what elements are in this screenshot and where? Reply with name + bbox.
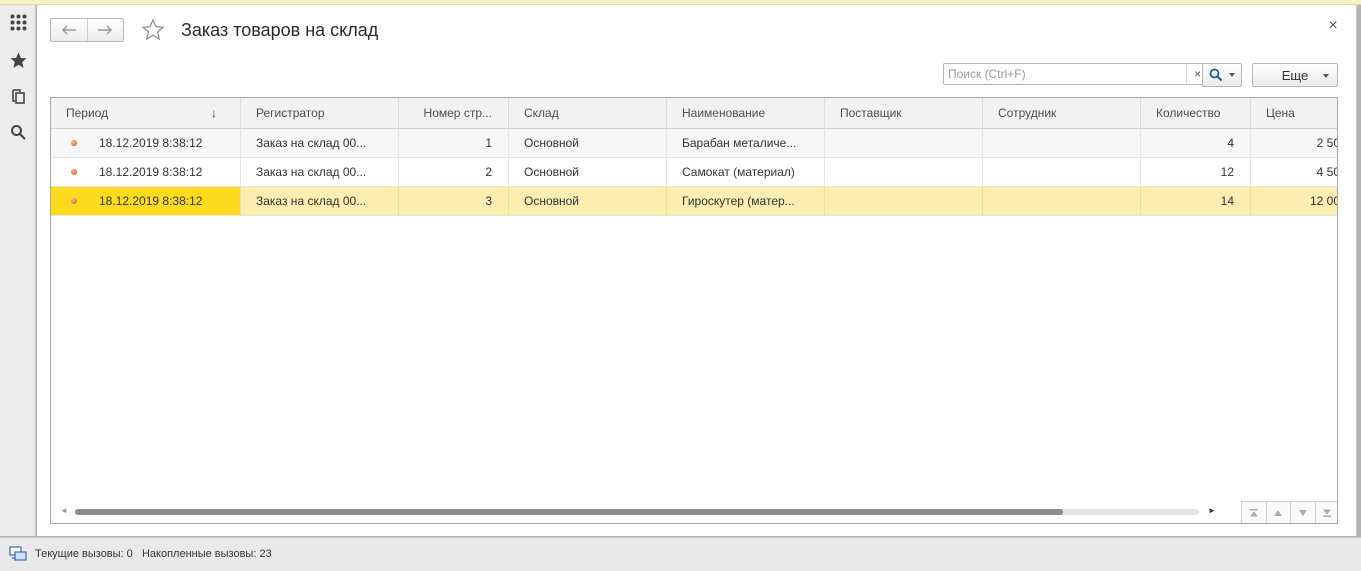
cell-employee <box>983 129 1141 157</box>
cell-line-number: 2 <box>399 158 509 186</box>
cell-period: 18.12.2019 8:38:12 <box>51 187 241 215</box>
cell-employee <box>983 187 1141 215</box>
cell-quantity: 12 <box>1141 158 1251 186</box>
cell-period: 18.12.2019 8:38:12 <box>51 158 241 186</box>
column-header-quantity[interactable]: Количество <box>1141 98 1251 129</box>
cell-supplier <box>825 158 983 186</box>
cell-warehouse: Основной <box>509 187 667 215</box>
cell-warehouse: Основной <box>509 129 667 157</box>
scroll-left-arrow-icon[interactable]: ◄ <box>60 506 68 515</box>
more-button-label: Еще <box>1281 67 1309 83</box>
cell-warehouse: Основной <box>509 158 667 186</box>
form-window: Заказ товаров на склад × × Еще Период ↓ … <box>37 5 1357 536</box>
column-header-supplier[interactable]: Поставщик <box>825 98 983 129</box>
arrow-right-icon <box>98 25 113 35</box>
status-bar: Текущие вызовы: 0 Накопленные вызовы: 23 <box>0 537 1361 571</box>
sort-descending-icon: ↓ <box>211 106 217 120</box>
cell-quantity: 14 <box>1141 187 1251 215</box>
back-button[interactable] <box>51 19 87 41</box>
cell-name: Гироскутер (матер... <box>667 187 825 215</box>
scroll-right-arrow-icon[interactable]: ► <box>1208 506 1216 515</box>
cell-period: 18.12.2019 8:38:12 <box>51 129 241 157</box>
go-down-button[interactable] <box>1290 501 1315 523</box>
record-status-icon <box>71 140 77 146</box>
column-header-period[interactable]: Период ↓ <box>51 98 241 129</box>
cell-supplier <box>825 187 983 215</box>
column-header-name[interactable]: Наименование <box>667 98 825 129</box>
search-field: × <box>943 63 1209 85</box>
cell-name: Барабан металиче... <box>667 129 825 157</box>
close-button[interactable]: × <box>1325 18 1341 34</box>
forward-button[interactable] <box>86 19 124 41</box>
column-header-employee[interactable]: Сотрудник <box>983 98 1141 129</box>
search-input[interactable] <box>944 64 1186 84</box>
cell-registrar: Заказ на склад 00... <box>241 158 399 186</box>
column-header-line-number[interactable]: Номер стр... <box>399 98 509 129</box>
cell-line-number: 1 <box>399 129 509 157</box>
table-header: Период ↓ Регистратор Номер стр... Склад … <box>51 98 1337 129</box>
history-icon[interactable] <box>9 87 28 106</box>
last-icon <box>1323 509 1332 517</box>
cell-price: 12 00 <box>1251 187 1337 215</box>
search-icon[interactable] <box>9 123 28 142</box>
cell-registrar: Заказ на склад 00... <box>241 129 399 157</box>
record-status-icon <box>71 169 77 175</box>
list-navigation <box>1241 501 1337 523</box>
chevron-down-icon <box>1229 73 1235 77</box>
magnifier-icon <box>1209 68 1223 82</box>
column-header-warehouse[interactable]: Склад <box>509 98 667 129</box>
server-calls-icon[interactable] <box>9 546 27 562</box>
cell-price: 2 50 <box>1251 129 1337 157</box>
chevron-down-icon <box>1323 74 1329 78</box>
table-row-selected[interactable]: 18.12.2019 8:38:12 Заказ на склад 00... … <box>51 187 1337 216</box>
up-icon <box>1274 509 1283 516</box>
favorites-star-icon[interactable] <box>9 51 28 70</box>
cell-employee <box>983 158 1141 186</box>
first-icon <box>1249 508 1258 516</box>
search-options-button[interactable] <box>1202 63 1242 87</box>
apps-grid-icon[interactable] <box>9 13 28 32</box>
cell-supplier <box>825 129 983 157</box>
down-icon <box>1298 509 1307 516</box>
cell-name: Самокат (материал) <box>667 158 825 186</box>
column-header-registrar[interactable]: Регистратор <box>241 98 399 129</box>
more-button[interactable]: Еще <box>1252 63 1338 87</box>
table-row[interactable]: 18.12.2019 8:38:12 Заказ на склад 00... … <box>51 129 1337 158</box>
record-status-icon <box>71 198 77 204</box>
cell-line-number: 3 <box>399 187 509 215</box>
left-panel <box>0 5 36 536</box>
cell-registrar: Заказ на склад 00... <box>241 187 399 215</box>
add-to-favorites-star-icon[interactable] <box>141 18 165 42</box>
cell-price: 4 50 <box>1251 158 1337 186</box>
page-title: Заказ товаров на склад <box>181 20 379 40</box>
go-up-button[interactable] <box>1265 501 1290 523</box>
data-table: Период ↓ Регистратор Номер стр... Склад … <box>50 97 1338 524</box>
cell-quantity: 4 <box>1141 129 1251 157</box>
go-to-first-button[interactable] <box>1241 501 1266 523</box>
navigation-buttons <box>50 18 124 42</box>
status-text: Текущие вызовы: 0 Накопленные вызовы: 23 <box>35 548 272 560</box>
column-header-price[interactable]: Цена <box>1251 98 1337 129</box>
table-row[interactable]: 18.12.2019 8:38:12 Заказ на склад 00... … <box>51 158 1337 187</box>
horizontal-scrollbar[interactable]: ◄ ► <box>51 501 1237 523</box>
scrollbar-thumb[interactable] <box>75 509 1063 515</box>
go-to-last-button[interactable] <box>1314 501 1337 523</box>
arrow-left-icon <box>61 25 76 35</box>
